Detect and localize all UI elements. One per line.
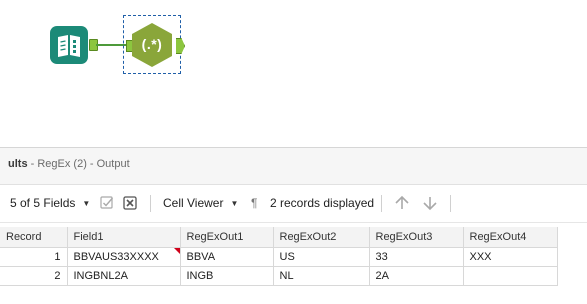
- checkbox-icon[interactable]: [99, 195, 115, 211]
- cell-viewer-label: Cell Viewer: [163, 196, 224, 210]
- header-row: Record Field1 RegExOut1 RegExOut2 RegExO…: [0, 227, 558, 248]
- column-header-regexout4[interactable]: RegExOut4: [463, 227, 558, 248]
- column-header-record[interactable]: Record: [0, 227, 68, 248]
- column-header-regexout1[interactable]: RegExOut1: [180, 227, 274, 248]
- caret-down-icon: ▼: [82, 199, 91, 209]
- regex-output-anchor[interactable]: [176, 38, 185, 54]
- book-icon: [58, 35, 80, 57]
- cell-viewer-selector[interactable]: Cell Viewer ▼: [163, 196, 238, 210]
- table-cell[interactable]: BBVA: [180, 247, 274, 267]
- table-cell[interactable]: 2A: [369, 266, 464, 286]
- results-grid: Record Field1 RegExOut1 RegExOut2 RegExO…: [0, 227, 558, 286]
- regex-tool[interactable]: (.*): [129, 22, 175, 68]
- input-data-tool[interactable]: [50, 26, 88, 64]
- table-cell[interactable]: INGBNL2A: [67, 266, 181, 286]
- column-header-regexout3[interactable]: RegExOut3: [369, 227, 464, 248]
- workflow-canvas[interactable]: (.*): [0, 0, 587, 148]
- column-header-field1[interactable]: Field1: [67, 227, 181, 248]
- results-title-suffix: - RegEx (2) - Output: [27, 158, 130, 170]
- results-toolbar: 5 of 5 Fields ▼ Cell Viewer ▼ ¶ 2 records …: [0, 185, 587, 223]
- table-cell[interactable]: US: [273, 247, 370, 267]
- toolbar-separator: [381, 195, 382, 212]
- toolbar-separator: [150, 195, 151, 212]
- clear-x-icon[interactable]: [122, 195, 138, 211]
- record-cell[interactable]: 1: [0, 247, 68, 267]
- table-cell[interactable]: NL: [273, 266, 370, 286]
- column-header-regexout2[interactable]: RegExOut2: [273, 227, 370, 248]
- table-cell[interactable]: BBVAUS33XXXX: [67, 247, 181, 267]
- table-cell[interactable]: [463, 266, 558, 286]
- table-row: 1 BBVAUS33XXXX BBVA US 33 XXX: [0, 247, 558, 267]
- table-row: 2 INGBNL2A INGB NL 2A: [0, 266, 558, 286]
- fields-selector-label: 5 of 5 Fields: [10, 196, 76, 210]
- regex-tool-label: (.*): [141, 36, 163, 52]
- arrow-up-icon[interactable]: [393, 194, 411, 212]
- table-cell[interactable]: XXX: [463, 247, 558, 267]
- results-header: ults - RegEx (2) - Output: [0, 148, 587, 185]
- table-cell[interactable]: INGB: [180, 266, 274, 286]
- table-cell[interactable]: 33: [369, 247, 464, 267]
- caret-down-icon: ▼: [230, 199, 239, 209]
- records-status: 2 records displayed: [270, 196, 375, 210]
- arrow-down-icon[interactable]: [421, 194, 439, 212]
- record-cell[interactable]: 2: [0, 266, 68, 286]
- results-title-prefix: ults: [8, 158, 28, 170]
- results-title: ults - RegEx (2) - Output: [8, 158, 130, 170]
- toolbar-separator: [450, 195, 451, 212]
- fields-selector[interactable]: 5 of 5 Fields ▼: [10, 196, 90, 210]
- pilcrow-icon[interactable]: ¶: [251, 196, 257, 210]
